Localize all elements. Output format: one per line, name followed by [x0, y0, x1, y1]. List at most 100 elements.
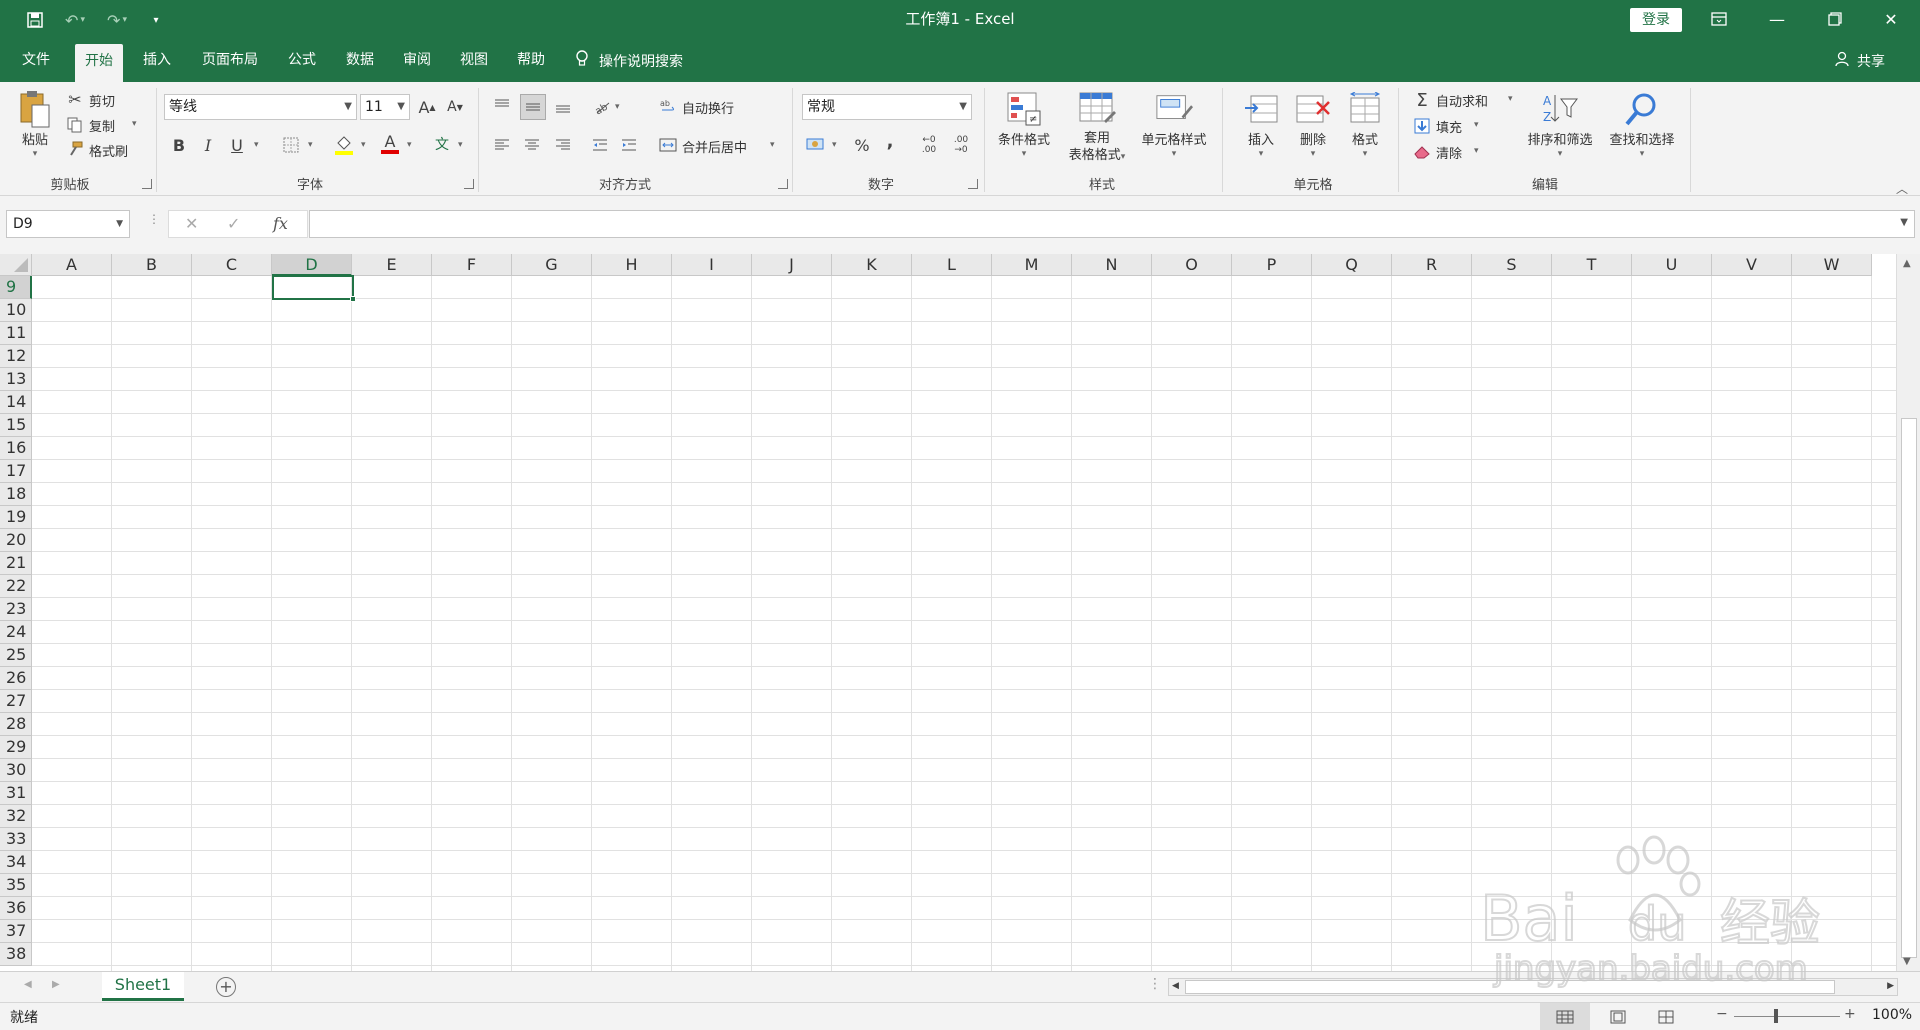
column-header-w[interactable]: W: [1792, 254, 1872, 276]
sort-filter-dropdown-icon[interactable]: ▾: [1558, 149, 1563, 159]
row-header-20[interactable]: 20: [0, 529, 32, 552]
row-header-26[interactable]: 26: [0, 667, 32, 690]
comma-button[interactable]: ,: [880, 130, 900, 152]
wrap-text-button[interactable]: 自动换行: [682, 98, 734, 117]
column-header-d[interactable]: D: [272, 254, 352, 276]
minimize-icon[interactable]: —: [1748, 0, 1806, 38]
row-header-28[interactable]: 28: [0, 713, 32, 736]
formula-input[interactable]: ▼: [309, 210, 1915, 238]
next-sheet-icon[interactable]: ▶: [52, 979, 60, 990]
zoom-level[interactable]: 100%: [1872, 1007, 1912, 1023]
row-header-23[interactable]: 23: [0, 598, 32, 621]
column-header-r[interactable]: R: [1392, 254, 1472, 276]
more-options-icon[interactable]: ⋮: [148, 213, 160, 225]
delete-cells-button[interactable]: 删除 ▾: [1288, 90, 1338, 159]
tab-splitter-icon[interactable]: ⋮: [1148, 976, 1162, 992]
fill-button[interactable]: 填充: [1436, 117, 1462, 136]
clipboard-launcher-icon[interactable]: [142, 179, 152, 189]
row-header-27[interactable]: 27: [0, 690, 32, 713]
row-header-9[interactable]: 9: [0, 276, 32, 299]
borders-icon[interactable]: [280, 134, 302, 156]
paste-dropdown-icon[interactable]: ▾: [33, 149, 38, 159]
decrease-decimal-button[interactable]: .00 →0: [948, 132, 974, 158]
tab-review[interactable]: 审阅: [393, 40, 441, 82]
scroll-left-icon[interactable]: ◀: [1172, 981, 1179, 991]
cancel-icon[interactable]: ✕: [185, 214, 198, 233]
column-header-t[interactable]: T: [1552, 254, 1632, 276]
sort-filter-button[interactable]: AZ 排序和筛选 ▾: [1520, 90, 1600, 159]
column-header-c[interactable]: C: [192, 254, 272, 276]
increase-decimal-button[interactable]: ←0.00: [916, 132, 942, 158]
enter-icon[interactable]: ✓: [227, 214, 240, 233]
font-color-button[interactable]: A: [378, 130, 402, 156]
page-break-view-icon[interactable]: [1646, 1003, 1686, 1030]
row-header-30[interactable]: 30: [0, 759, 32, 782]
scroll-right-icon[interactable]: ▶: [1887, 981, 1894, 991]
tab-insert[interactable]: 插入: [133, 40, 181, 82]
column-header-s[interactable]: S: [1472, 254, 1552, 276]
name-box[interactable]: D9 ▼: [6, 210, 130, 238]
add-sheet-icon[interactable]: +: [216, 977, 236, 997]
number-format-dropdown[interactable]: 常规 ▼: [802, 94, 972, 120]
autosum-dropdown-icon[interactable]: ▾: [1508, 94, 1513, 104]
column-header-q[interactable]: Q: [1312, 254, 1392, 276]
percent-button[interactable]: %: [850, 134, 874, 156]
orientation-dropdown-icon[interactable]: ▾: [615, 102, 620, 112]
fill-dropdown-icon[interactable]: ▾: [1474, 120, 1479, 130]
restore-icon[interactable]: [1806, 0, 1864, 38]
copy-dropdown-icon[interactable]: ▾: [132, 119, 137, 129]
row-header-18[interactable]: 18: [0, 483, 32, 506]
align-center-icon[interactable]: [520, 134, 544, 156]
row-header-25[interactable]: 25: [0, 644, 32, 667]
select-all-button[interactable]: [0, 254, 32, 276]
merge-center-button[interactable]: 合并后居中: [682, 137, 747, 156]
row-header-16[interactable]: 16: [0, 437, 32, 460]
align-middle-icon[interactable]: [520, 94, 546, 120]
format-painter-button[interactable]: 格式刷: [89, 141, 128, 160]
tab-page-layout[interactable]: 页面布局: [192, 40, 268, 82]
prev-sheet-icon[interactable]: ◀: [24, 979, 32, 990]
vertical-scrollbar[interactable]: ▲ ▼: [1896, 254, 1920, 971]
currency-icon[interactable]: [804, 134, 828, 156]
paste-button[interactable]: 粘贴 ▾: [16, 90, 54, 159]
align-left-icon[interactable]: [490, 134, 514, 156]
tab-home[interactable]: 开始: [75, 44, 123, 82]
clear-dropdown-icon[interactable]: ▾: [1474, 146, 1479, 156]
align-top-icon[interactable]: [490, 94, 514, 116]
scroll-up-icon[interactable]: ▲: [1903, 258, 1911, 269]
row-header-29[interactable]: 29: [0, 736, 32, 759]
fill-handle[interactable]: [350, 296, 356, 302]
row-header-31[interactable]: 31: [0, 782, 32, 805]
row-header-24[interactable]: 24: [0, 621, 32, 644]
row-header-22[interactable]: 22: [0, 575, 32, 598]
row-header-34[interactable]: 34: [0, 851, 32, 874]
tab-file[interactable]: 文件: [12, 40, 60, 82]
expand-formula-icon[interactable]: ▼: [1900, 217, 1908, 228]
row-header-37[interactable]: 37: [0, 920, 32, 943]
zoom-slider-thumb[interactable]: [1774, 1009, 1778, 1023]
column-header-g[interactable]: G: [512, 254, 592, 276]
phonetic-dropdown-icon[interactable]: ▾: [458, 140, 463, 150]
column-header-j[interactable]: J: [752, 254, 832, 276]
insert-function-icon[interactable]: fx: [273, 214, 288, 233]
row-header-12[interactable]: 12: [0, 345, 32, 368]
find-select-button[interactable]: 查找和选择 ▾: [1602, 90, 1682, 159]
phonetic-icon[interactable]: 文: [430, 132, 454, 156]
horizontal-scroll-thumb[interactable]: [1185, 980, 1835, 994]
font-launcher-icon[interactable]: [464, 179, 474, 189]
row-header-13[interactable]: 13: [0, 368, 32, 391]
row-header-33[interactable]: 33: [0, 828, 32, 851]
conditional-format-dropdown-icon[interactable]: ▾: [1022, 149, 1027, 159]
column-header-b[interactable]: B: [112, 254, 192, 276]
ribbon-display-icon[interactable]: [1690, 0, 1748, 38]
row-header-15[interactable]: 15: [0, 414, 32, 437]
row-header-38[interactable]: 38: [0, 943, 32, 966]
font-name-dropdown[interactable]: 等线 ▼: [164, 94, 357, 120]
vertical-scroll-thumb[interactable]: [1901, 418, 1917, 958]
merge-dropdown-icon[interactable]: ▾: [770, 140, 775, 150]
conditional-format-button[interactable]: ≠ 条件格式 ▾: [990, 90, 1058, 159]
align-bottom-icon[interactable]: [551, 96, 575, 118]
column-header-k[interactable]: K: [832, 254, 912, 276]
row-header-35[interactable]: 35: [0, 874, 32, 897]
borders-dropdown-icon[interactable]: ▾: [308, 140, 313, 150]
